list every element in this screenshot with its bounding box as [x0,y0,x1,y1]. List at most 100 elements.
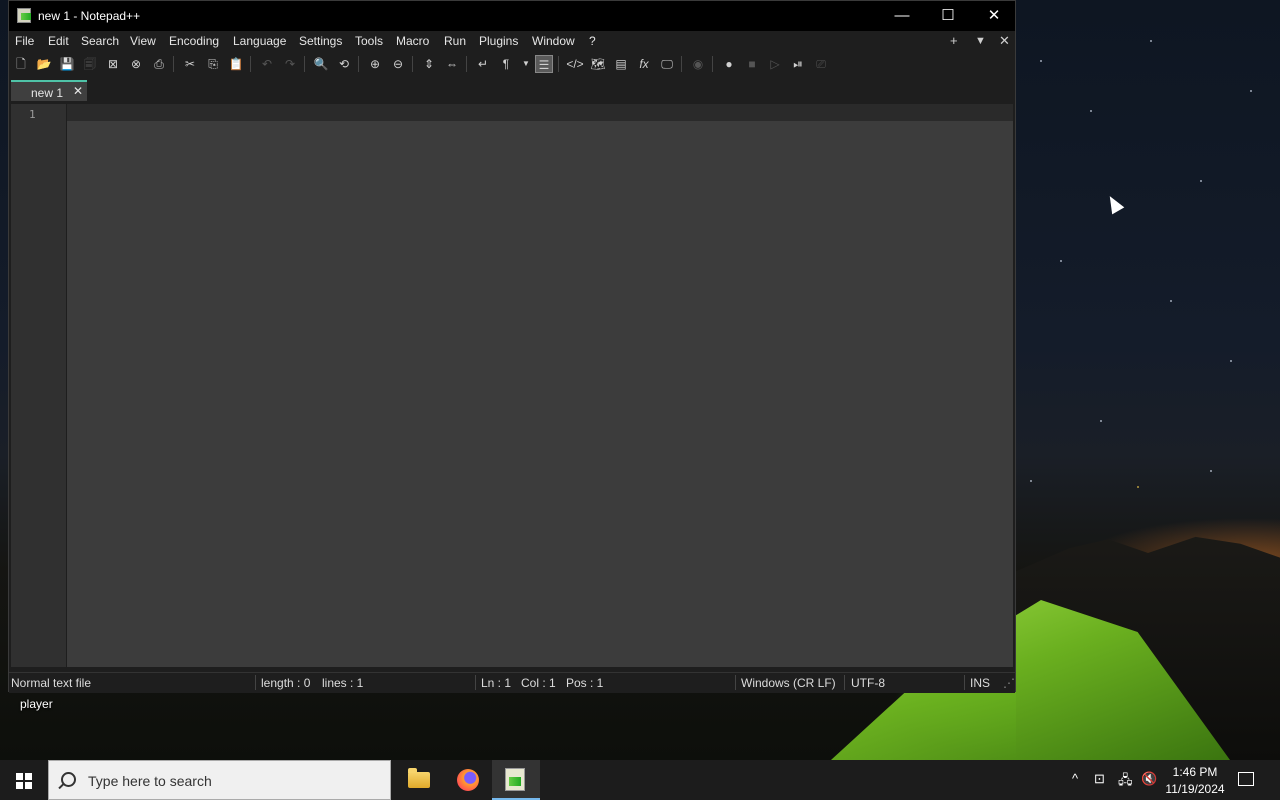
function-list-icon[interactable]: fx [635,55,653,73]
sync-horizontal-icon[interactable]: ⇔ [443,55,461,73]
status-separator [255,675,256,690]
line-number: 1 [29,108,36,121]
toolbar: 🗋 📂 💾 🗐 ⊠ ⊗ ⎙ ✂ ⎘ 📋 ↶ ↷ 🔍 ⟲ ⊕ ⊖ ⇕ ⇔ ↵ ¶ … [9,52,1015,76]
menu-tools[interactable]: Tools [355,34,383,48]
volume-muted-icon[interactable]: 🔇 [1141,771,1157,787]
cut-icon[interactable]: ✂ [181,55,199,73]
line-number-gutter: 1 [11,104,67,667]
undo-icon[interactable]: ↶ [258,55,276,73]
show-hidden-icons-chevron[interactable]: ^ [1072,771,1078,786]
star [1250,90,1252,92]
chevron-down-icon[interactable]: ▼ [517,55,535,73]
save-icon[interactable]: 💾 [58,55,76,73]
minimize-button[interactable]: — [879,1,925,31]
new-file-icon[interactable]: 🗋 [12,55,30,73]
tab-list-icon[interactable]: ▼ [975,35,986,47]
open-file-icon[interactable]: 📂 [35,55,53,73]
zoom-in-icon[interactable]: ⊕ [366,55,384,73]
add-new-tab-icon[interactable]: + [950,33,958,48]
notification-center-icon[interactable] [1238,772,1254,786]
save-all-icon[interactable]: 🗐 [81,55,99,73]
menu-window[interactable]: Window [532,34,575,48]
copy-icon[interactable]: ⎘ [204,55,222,73]
status-insert-mode[interactable]: INS [970,676,990,690]
search-placeholder: Type here to search [88,773,212,789]
close-icon[interactable]: ⊠ [104,55,122,73]
print-icon[interactable]: ⎙ [150,55,168,73]
user-defined-language-icon[interactable]: </> [566,55,584,73]
status-column: Col : 1 [521,676,556,690]
folder-as-workspace-icon[interactable]: 🖵 [658,55,676,73]
indent-guide-icon[interactable]: ☰ [535,55,553,73]
system-clock[interactable]: 1:46 PM 11/19/2024 [1160,764,1230,798]
toolbar-separator [250,56,251,72]
zoom-out-icon[interactable]: ⊖ [389,55,407,73]
close-document-icon[interactable]: ✕ [999,33,1010,49]
playback-icon[interactable]: ▷ [766,55,784,73]
status-encoding[interactable]: UTF-8 [851,676,885,690]
status-eol-format[interactable]: Windows (CR LF) [741,676,836,690]
star [1090,110,1092,112]
start-recording-icon[interactable]: ● [720,55,738,73]
word-wrap-icon[interactable]: ↵ [474,55,492,73]
menu-language[interactable]: Language [233,34,286,48]
firefox-taskbar-button[interactable] [443,760,491,800]
status-file-type: Normal text file [11,676,92,690]
security-tray-icon[interactable]: ⊡ [1094,771,1105,787]
status-line-number: Ln : 1 [481,676,512,690]
stop-recording-icon[interactable]: ■ [743,55,761,73]
notepad-plus-plus-icon [505,768,525,791]
menu-edit[interactable]: Edit [48,34,69,48]
resize-grip-icon[interactable]: ⋰ [1003,676,1015,690]
document-map-icon[interactable]: 🗺 [589,55,607,73]
menu-search[interactable]: Search [81,34,119,48]
menu-encoding[interactable]: Encoding [169,34,219,48]
status-separator [844,675,845,690]
file-explorer-taskbar-button[interactable] [394,760,442,800]
status-position: Pos : 1 [566,676,604,690]
status-separator [964,675,965,690]
menu-plugins[interactable]: Plugins [479,34,518,48]
toolbar-separator [412,56,413,72]
toolbar-separator [173,56,174,72]
start-button[interactable] [0,760,48,800]
tab-new-1[interactable]: new 1 ✕ [11,80,87,101]
menu-settings[interactable]: Settings [299,34,342,48]
network-tray-icon[interactable]: 🖧 [1118,771,1133,793]
notepad-plus-plus-window: new 1 - Notepad++ — ☐ ✕ File Edit Search… [8,0,1016,693]
taskbar-search-box[interactable]: Type here to search [48,760,391,800]
menu-run[interactable]: Run [444,34,466,48]
menu-view[interactable]: View [130,34,156,48]
document-list-icon[interactable]: ▤ [612,55,630,73]
redo-icon[interactable]: ↷ [281,55,299,73]
menu-macro[interactable]: Macro [396,34,429,48]
paste-icon[interactable]: 📋 [227,55,245,73]
sync-vertical-icon[interactable]: ⇕ [420,55,438,73]
star [1170,300,1172,302]
star [1030,480,1032,482]
tab-close-icon[interactable]: ✕ [73,84,83,98]
maximize-button[interactable]: ☐ [925,1,971,31]
title-bar[interactable]: new 1 - Notepad++ — ☐ ✕ [9,1,1015,31]
window-title: new 1 - Notepad++ [38,9,141,23]
search-icon [61,772,76,787]
toolbar-separator [304,56,305,72]
menu-help[interactable]: ? [589,34,596,48]
monitoring-icon[interactable]: ◉ [689,55,707,73]
current-line-highlight [67,104,1013,121]
menu-file[interactable]: File [15,34,34,48]
taskbar: Type here to search ^ ⊡ 🖧 🔇 1:46 PM 11/1… [0,760,1280,800]
status-length: length : 0 [261,676,311,690]
find-icon[interactable]: 🔍 [312,55,330,73]
editor-area[interactable]: 1 [11,104,1013,667]
show-all-characters-icon[interactable]: ¶ [497,55,515,73]
close-all-icon[interactable]: ⊗ [127,55,145,73]
notepad-plus-plus-taskbar-button[interactable] [492,760,540,800]
desktop-icon-label[interactable]: player [20,697,53,711]
save-macro-icon[interactable]: ⎚ [812,55,830,73]
star [1040,60,1042,62]
clock-time: 1:46 PM [1172,765,1218,779]
close-window-button[interactable]: ✕ [971,1,1017,31]
replace-icon[interactable]: ⟲ [335,55,353,73]
run-macro-multiple-icon[interactable]: ⏯ [789,55,807,73]
